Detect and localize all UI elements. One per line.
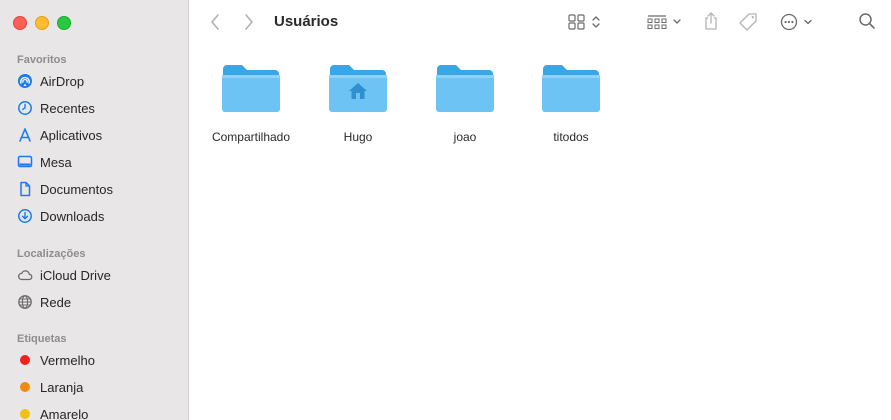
sidebar-item-label: Documentos <box>40 181 113 197</box>
red-tag-dot-icon <box>20 355 30 365</box>
network-icon <box>18 295 32 309</box>
folder-item[interactable]: joao <box>415 62 515 144</box>
close-button[interactable] <box>13 16 27 30</box>
document-icon <box>20 181 31 197</box>
sidebar-item-recentes[interactable]: Recentes <box>17 98 177 118</box>
chevron-right-icon <box>245 14 253 30</box>
sidebar-item-downloads[interactable]: Downloads <box>17 206 177 226</box>
forward-button[interactable] <box>243 13 255 31</box>
tag-button[interactable] <box>738 12 760 32</box>
sidebar: Favoritos AirDrop Recentes Aplicativos M… <box>0 0 189 420</box>
sidebar-item-label: Rede <box>40 294 72 310</box>
finder-window: Favoritos AirDrop Recentes Aplicativos M… <box>0 0 891 420</box>
folder-label: Compartilhado <box>211 130 291 144</box>
back-button[interactable] <box>209 13 221 31</box>
folder-icon <box>542 65 600 112</box>
icon-view-icon <box>568 14 600 30</box>
sidebar-item-label: Downloads <box>40 208 105 224</box>
sidebar-tag-laranja[interactable]: Laranja <box>17 377 177 397</box>
sidebar-section-title: Localizações <box>17 248 86 260</box>
folder-icon <box>222 65 280 112</box>
sidebar-item-label: Laranja <box>40 379 84 395</box>
sidebar-item-label: AirDrop <box>40 73 85 89</box>
view-mode-button[interactable] <box>568 13 602 31</box>
clock-icon <box>18 101 32 115</box>
sidebar-item-icloud-drive[interactable]: iCloud Drive <box>17 265 177 285</box>
folder-item[interactable]: titodos <box>521 62 621 144</box>
sidebar-section-title: Favoritos <box>17 54 67 66</box>
chevron-left-icon <box>211 14 219 30</box>
share-icon <box>705 12 717 30</box>
desktop-icon <box>17 155 33 168</box>
sidebar-item-label: iCloud Drive <box>40 267 111 283</box>
folder-item[interactable]: Hugo <box>308 62 408 144</box>
share-button[interactable] <box>703 11 719 31</box>
home-folder-icon <box>329 65 387 112</box>
sidebar-item-label: Recentes <box>40 100 95 116</box>
group-button[interactable] <box>647 13 683 31</box>
zoom-button[interactable] <box>57 16 71 30</box>
folder-label: joao <box>453 130 477 144</box>
yellow-tag-dot-icon <box>20 409 30 419</box>
folder-item[interactable]: Compartilhado <box>201 62 301 144</box>
sidebar-item-rede[interactable]: Rede <box>17 292 177 312</box>
search-icon <box>859 13 875 29</box>
sidebar-item-documentos[interactable]: Documentos <box>17 179 177 199</box>
sidebar-item-aplicativos[interactable]: Aplicativos <box>17 125 177 145</box>
orange-tag-dot-icon <box>20 382 30 392</box>
download-icon <box>18 209 32 223</box>
cloud-icon <box>17 270 33 281</box>
sidebar-item-mesa[interactable]: Mesa <box>17 152 177 172</box>
sidebar-tag-vermelho[interactable]: Vermelho <box>17 350 177 370</box>
folder-label: Hugo <box>343 130 373 144</box>
applications-icon <box>19 128 31 142</box>
sidebar-item-label: Amarelo <box>40 406 89 420</box>
sidebar-section-title: Etiquetas <box>17 333 67 345</box>
more-actions-button[interactable] <box>780 12 816 32</box>
sidebar-item-airdrop[interactable]: AirDrop <box>17 71 177 91</box>
sidebar-item-label: Vermelho <box>40 352 95 368</box>
sidebar-tag-amarelo[interactable]: Amarelo <box>17 404 177 420</box>
minimize-button[interactable] <box>35 16 49 30</box>
window-controls <box>13 16 71 30</box>
ellipsis-circle-icon <box>780 13 812 31</box>
window-title: Usuários <box>274 13 339 30</box>
tag-icon <box>739 13 757 31</box>
airdrop-icon <box>18 74 32 88</box>
group-grid-icon <box>647 15 681 29</box>
search-button[interactable] <box>858 12 876 30</box>
folder-icon <box>436 65 494 112</box>
folder-label: titodos <box>553 130 589 144</box>
sidebar-item-label: Mesa <box>40 154 72 170</box>
sidebar-item-label: Aplicativos <box>40 127 103 143</box>
